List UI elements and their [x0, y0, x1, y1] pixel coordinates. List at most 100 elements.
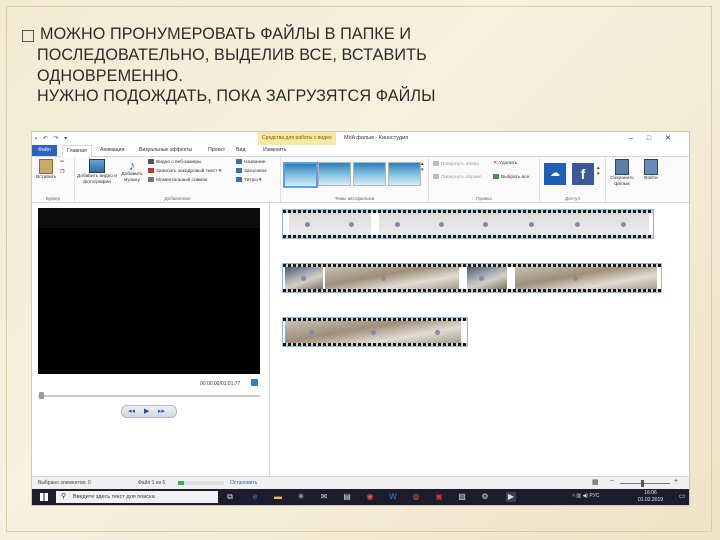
autotheme-group-label: Темы автофильма [334, 196, 375, 201]
notifications-chevron-icon[interactable]: ˄ [572, 493, 575, 499]
gallery-scroll-icon[interactable]: ▴ ▾ [421, 161, 424, 173]
tab-home[interactable]: Главная [62, 145, 92, 157]
add-music-button[interactable]: ♪ Добавить музыку [119, 159, 145, 184]
theme-thumbnail[interactable] [388, 162, 421, 186]
app-icon[interactable]: ▤ [342, 492, 352, 502]
photos-icon[interactable]: ▨ [457, 492, 467, 502]
bullet-checkbox-icon [22, 30, 34, 42]
webcam-button[interactable]: Видео с веб-камеры [148, 159, 201, 165]
word-icon[interactable]: W [388, 492, 398, 502]
snapshot-label: Моментальный снимок [156, 177, 208, 183]
rotate-left-button[interactable]: Повернуть влево [433, 161, 479, 167]
windows-taskbar: ⚲ Введите здесь текст для поиска ⧉ e ▬ ✳… [32, 489, 689, 505]
zoom-slider-handle[interactable] [641, 480, 644, 487]
clip-marker [371, 329, 376, 335]
maximize-button[interactable]: □ [647, 135, 665, 142]
media-clip[interactable] [289, 213, 371, 235]
action-center-icon[interactable]: ▭ [677, 492, 687, 502]
zoom-in-icon[interactable]: + [674, 478, 678, 485]
snapshot-button[interactable]: Моментальный снимок [148, 177, 207, 183]
add-video-button[interactable]: Добавить видео и фотографии [75, 159, 119, 186]
caption-button[interactable]: Название [236, 159, 265, 165]
share-more-icon[interactable]: ▴ ▾ [597, 165, 600, 177]
file-explorer-icon[interactable]: ▬ [273, 492, 283, 502]
store-icon[interactable]: ✳ [296, 492, 306, 502]
save-movie-button[interactable]: Сохранить фильм [608, 159, 636, 188]
rotate-left-icon [433, 161, 439, 166]
title-button[interactable]: Заголовок [236, 168, 267, 174]
title-bar: ▪ ↶ ↷ ▾ Средства для работы с видео Мой … [32, 132, 689, 145]
pdf-icon[interactable]: ▣ [434, 492, 444, 502]
zoom-slider[interactable] [620, 483, 670, 484]
play-icon[interactable]: ▶ [144, 407, 149, 415]
edit-group-label: Правка [476, 196, 492, 201]
next-frame-icon[interactable]: ▸▸ [158, 407, 165, 415]
network-icon[interactable]: ▥ [576, 493, 581, 499]
chrome-icon[interactable]: ◉ [365, 492, 375, 502]
close-button[interactable]: ✕ [665, 135, 685, 142]
title-label: Заголовок [244, 168, 267, 174]
input-language[interactable]: РУС [589, 493, 599, 499]
theme-thumbnail[interactable] [283, 162, 318, 188]
title-icon [236, 168, 242, 173]
cut-icon[interactable]: ✂ [60, 160, 64, 165]
edge-browser-icon[interactable]: e [250, 492, 260, 502]
tab-file[interactable]: Файл [32, 145, 57, 156]
media-clip[interactable] [467, 267, 507, 289]
mail-icon[interactable]: ✉ [319, 492, 329, 502]
task-view-icon[interactable]: ⧉ [225, 492, 235, 502]
tab-view[interactable]: Вид [236, 145, 245, 156]
selected-count: Выбрано элементов: 0 [38, 480, 91, 486]
media-clip[interactable] [325, 267, 459, 289]
settings-icon[interactable]: ⚙ [480, 492, 490, 502]
preview-top-band [38, 208, 260, 228]
tab-animation[interactable]: Анимация [100, 145, 124, 156]
movie-maker-taskbar-icon[interactable]: ▶ [506, 492, 516, 502]
facebook-icon[interactable]: f [572, 163, 594, 185]
taskbar-clock[interactable]: 16:06 01.02.2019 [638, 490, 663, 504]
autotheme-group: ▴ ▾ Темы автофильма [281, 157, 429, 202]
rotate-left-label: Повернуть влево [441, 161, 480, 167]
narration-button[interactable]: Записать закадровый текст ▾ [148, 168, 221, 174]
slide-heading: МОЖНО ПРОНУМЕРОВАТЬ ФАЙЛЫ В ПАПКЕ И ПОСЛ… [37, 24, 600, 107]
paste-button[interactable]: Вставить [36, 159, 56, 181]
clock-time: 16:06 [644, 490, 657, 496]
stop-button[interactable]: Остановить [230, 480, 257, 486]
thumbnail-size-icon[interactable]: ▦ [592, 478, 599, 486]
add-group: Добавить видео и фотографии ♪ Добавить м… [75, 157, 281, 202]
remove-button[interactable]: ✕ Удалить [493, 161, 517, 166]
volume-icon[interactable]: ◀) [582, 493, 588, 499]
rotate-right-button[interactable]: Повернуть вправо [433, 174, 482, 180]
media-clip[interactable] [379, 213, 649, 235]
clip-marker [621, 221, 626, 227]
select-all-button[interactable]: Выбрать все [493, 174, 529, 180]
copy-icon[interactable]: ❐ [60, 170, 64, 175]
previous-frame-icon[interactable]: ◂◂ [128, 407, 135, 415]
seek-bar[interactable] [38, 395, 260, 397]
tab-edit[interactable]: Изменить [263, 145, 286, 156]
video-preview[interactable] [38, 208, 260, 374]
clip-marker [439, 221, 444, 227]
window-controls[interactable]: –□✕ [629, 132, 685, 145]
media-clip[interactable] [515, 267, 657, 289]
quick-access-toolbar[interactable]: ▪ ↶ ↷ ▾ [35, 135, 69, 142]
camera-icon [148, 177, 154, 182]
select-all-icon [493, 174, 499, 179]
minimize-button[interactable]: – [629, 135, 647, 142]
taskbar-search-input[interactable]: ⚲ Введите здесь текст для поиска [56, 491, 218, 503]
zoom-out-icon[interactable]: − [610, 478, 614, 485]
tab-project[interactable]: Проект [208, 145, 225, 156]
fullscreen-icon[interactable] [251, 379, 258, 386]
credits-button[interactable]: Титры ▾ [236, 177, 261, 183]
sign-in-button[interactable]: Войти [640, 159, 662, 182]
clip-marker [575, 221, 580, 227]
tab-visual-effects[interactable]: Визуальные эффекты [139, 145, 192, 156]
narration-label: Записать закадровый текст [156, 168, 218, 174]
windows-start-icon[interactable] [40, 493, 48, 501]
window-title: Мой фильм - Киностудия [344, 135, 409, 141]
theme-thumbnail[interactable] [353, 162, 386, 186]
onedrive-icon[interactable]: ☁ [544, 163, 566, 185]
firefox-icon[interactable]: ◍ [411, 492, 421, 502]
seek-handle[interactable] [39, 392, 44, 399]
theme-thumbnail[interactable] [318, 162, 351, 186]
